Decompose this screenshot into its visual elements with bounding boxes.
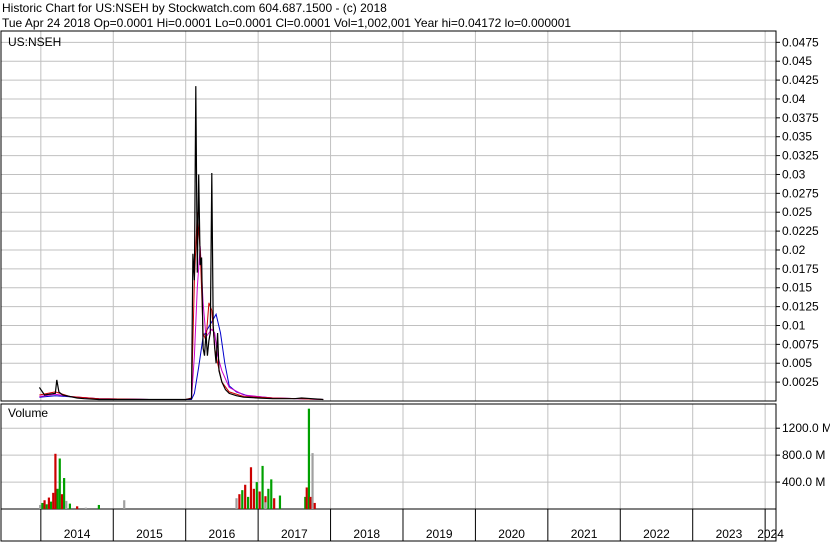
- x-tick-label: 2017: [281, 527, 308, 541]
- price-y-tick-label: 0.015: [782, 281, 812, 295]
- x-tick-label: 2015: [136, 527, 163, 541]
- price-panel-frame: [0, 30, 777, 402]
- volume-bar: [241, 490, 244, 509]
- volume-bar: [54, 453, 57, 509]
- series-line-price: [38, 86, 324, 401]
- volume-bar: [311, 453, 314, 509]
- volume-bar: [261, 465, 264, 509]
- volume-bar: [244, 484, 247, 509]
- volume-panel-frame: [0, 403, 777, 510]
- volume-bar: [65, 500, 68, 509]
- volume-bar: [255, 482, 258, 509]
- x-tick-label: 2014: [64, 527, 91, 541]
- volume-bar: [56, 488, 59, 509]
- volume-bar: [309, 496, 312, 509]
- price-y-tick-label: 0.04: [782, 92, 806, 106]
- price-y-tick-label: 0.03: [782, 167, 806, 181]
- volume-bar: [47, 497, 51, 509]
- volume-bar: [41, 502, 44, 509]
- volume-bar: [305, 487, 308, 509]
- volume-bar: [58, 458, 61, 509]
- price-y-tick-label: 0.0375: [782, 111, 819, 125]
- price-y-tick-label: 0.0275: [782, 186, 819, 200]
- volume-bar: [52, 492, 55, 509]
- volume-bar: [123, 500, 126, 509]
- volume-bar: [76, 506, 79, 509]
- volume-bar: [313, 502, 316, 509]
- volume-y-tick-label: 400.0 M: [782, 475, 825, 489]
- volume-bar: [258, 491, 261, 509]
- volume-bar: [97, 504, 100, 509]
- volume-bar: [43, 500, 46, 509]
- volume-bar: [45, 504, 48, 509]
- volume-bar: [252, 488, 255, 509]
- volume-bar: [249, 467, 253, 509]
- price-y-tick-label: 0.0125: [782, 300, 819, 314]
- x-tick-label: 2019: [426, 527, 453, 541]
- price-y-tick-label: 0.0425: [782, 73, 819, 87]
- price-y-tick-label: 0.0175: [782, 262, 819, 276]
- price-panel-title: US:NSEH: [8, 35, 61, 49]
- volume-bar: [238, 494, 241, 509]
- price-y-tick-label: 0.0325: [782, 149, 819, 163]
- price-y-tick-label: 0.0225: [782, 224, 819, 238]
- volume-bar: [273, 498, 276, 509]
- price-y-tick-label: 0.005: [782, 356, 812, 370]
- series-line-ma_short: [39, 212, 324, 400]
- x-tick-label: 2016: [209, 527, 236, 541]
- volume-bar: [267, 488, 270, 509]
- price-y-tick-label: 0.02: [782, 243, 806, 257]
- price-y-tick-label: 0.045: [782, 54, 812, 68]
- volume-bar: [264, 502, 267, 509]
- volume-y-tick-label: 800.0 M: [782, 448, 825, 462]
- volume-bar: [39, 504, 42, 509]
- volume-bar: [68, 503, 72, 509]
- price-y-tick-label: 0.01: [782, 318, 806, 332]
- volume-bar: [235, 498, 238, 509]
- price-y-tick-label: 0.0075: [782, 337, 819, 351]
- x-tick-label: 2023: [716, 527, 743, 541]
- stock-chart: 2014 2015 2016 2017 2018 2019 2020 2021 2022 2023…: [0, 30, 830, 542]
- x-tick-label: 2024: [757, 527, 784, 541]
- x-tick-label: 2020: [498, 527, 525, 541]
- price-y-tick-label: 0.025: [782, 205, 812, 219]
- volume-bar: [60, 494, 64, 509]
- price-y-tick-label: 0.0475: [782, 35, 819, 49]
- volume-bar: [307, 408, 311, 509]
- x-tick-label: 2022: [643, 527, 670, 541]
- volume-bar: [270, 479, 273, 509]
- price-y-tick-label: 0.035: [782, 130, 812, 144]
- price-y-tick-label: 0.0025: [782, 375, 819, 389]
- x-tick-label: 2018: [353, 527, 380, 541]
- volume-bar: [278, 495, 282, 509]
- series-line-ma_long: [39, 312, 324, 400]
- x-tick-label: 2021: [571, 527, 598, 541]
- volume-y-tick-label: 1200.0 M: [782, 421, 830, 435]
- volume-bar: [49, 501, 53, 509]
- volume-bar: [63, 478, 66, 509]
- volume-bar: [84, 507, 87, 509]
- volume-panel-title: Volume: [8, 406, 48, 420]
- volume-bar: [246, 496, 250, 509]
